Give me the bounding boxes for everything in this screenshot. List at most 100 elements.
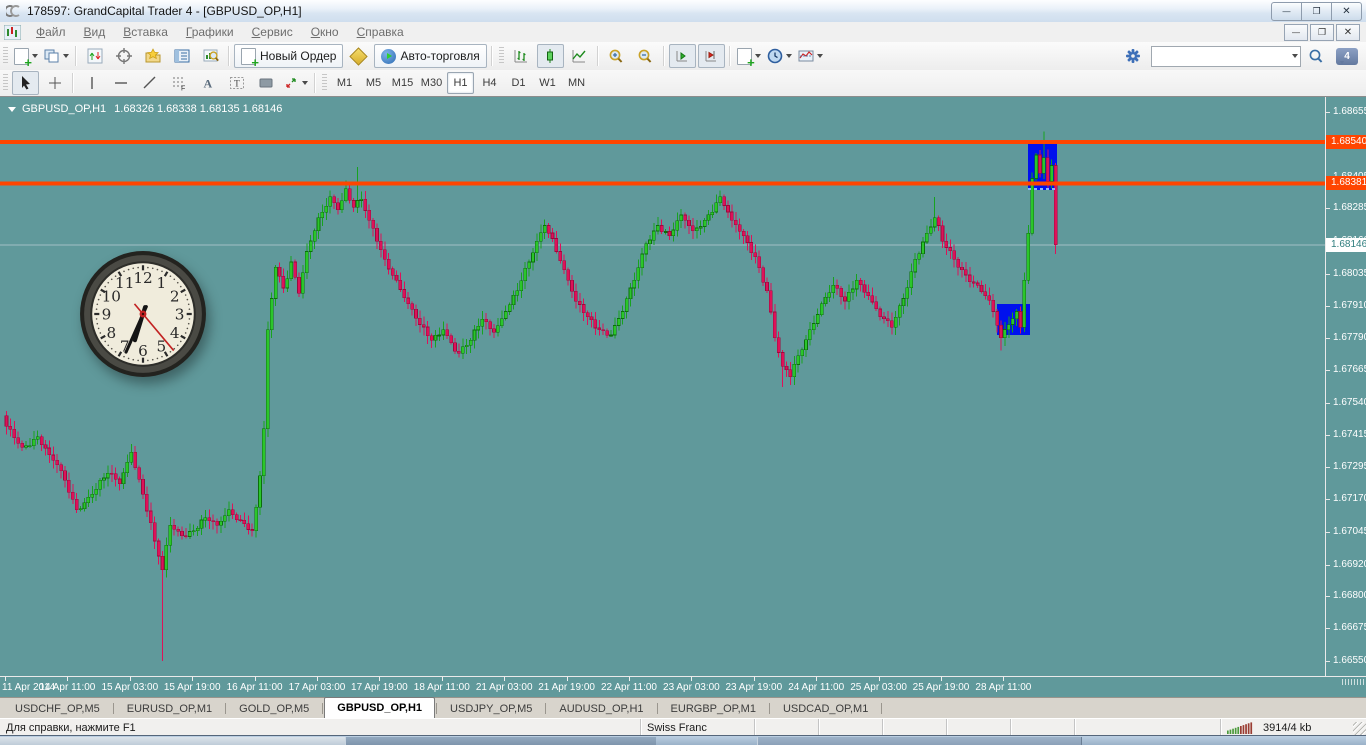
autotrading-button[interactable]: Авто-торговля (374, 44, 487, 68)
chart-shift-button[interactable] (697, 44, 725, 68)
candlestick-chart-button[interactable] (536, 44, 564, 68)
horizontal-line-button[interactable] (107, 71, 134, 95)
fibonacci-button[interactable]: F (165, 71, 192, 95)
text-label-button[interactable]: T (223, 71, 250, 95)
menu-Вставка[interactable]: Вставка (114, 23, 177, 41)
rectangle-shape-icon (258, 75, 274, 91)
chart-restore-button[interactable] (1310, 24, 1334, 41)
zoom-in-icon (608, 48, 624, 64)
periods-button[interactable] (765, 44, 794, 68)
time-tick (1003, 677, 1005, 681)
window-close-button[interactable] (1331, 2, 1362, 21)
templates-button[interactable] (796, 44, 825, 68)
svg-text:1: 1 (156, 274, 166, 292)
price-tick (1326, 208, 1330, 210)
profiles-button[interactable] (42, 44, 71, 68)
line-chart-button[interactable] (566, 44, 593, 68)
timeframe-M1-button[interactable]: M1 (331, 72, 358, 94)
chart-tab-AUDUSD_OP,H1[interactable]: AUDUSD_OP,H1 (547, 700, 655, 718)
toolbar-grip[interactable] (3, 47, 8, 65)
metaeditor-icon (349, 46, 369, 66)
menu-Файл[interactable]: Файл (27, 23, 75, 41)
zoom-out-button[interactable] (632, 44, 659, 68)
price-tick (1326, 466, 1330, 468)
new-order-button[interactable]: Новый Ордер (234, 44, 344, 69)
arrows-button[interactable] (281, 71, 310, 95)
chart-tab-GOLD_OP,M5[interactable]: GOLD_OP,M5 (227, 700, 321, 718)
vertical-line-button[interactable] (78, 71, 105, 95)
chart-tab-EURGBP_OP,M1[interactable]: EURGBP_OP,M1 (659, 700, 768, 718)
shapes-button[interactable] (252, 71, 279, 95)
timeframe-M30-button[interactable]: M30 (418, 72, 445, 94)
time-tick (192, 677, 194, 681)
price-axis[interactable]: 1.686551.685301.684051.682851.681601.680… (1325, 97, 1366, 677)
status-empty-cell (946, 719, 1010, 736)
text-button[interactable]: A (194, 71, 221, 95)
timeframe-M15-button[interactable]: M15 (389, 72, 416, 94)
chart-tab-EURUSD_OP,M1[interactable]: EURUSD_OP,M1 (115, 700, 224, 718)
text-label-icon: T (229, 75, 245, 91)
price-tick-label: 1.67170 (1333, 493, 1366, 505)
chart-close-button[interactable] (1336, 24, 1360, 41)
market-watch-button[interactable] (81, 44, 108, 68)
navigator-button[interactable] (139, 44, 166, 68)
title-bar[interactable]: 178597: GrandCapital Trader 4 - [GBPUSD_… (0, 0, 1366, 23)
timeframe-M5-button[interactable]: M5 (360, 72, 387, 94)
status-bar: Для справки, нажмите F1 Swiss Franc 3914… (0, 718, 1366, 736)
menu-Окно[interactable]: Окно (302, 23, 348, 41)
menu-Вид[interactable]: Вид (75, 23, 115, 41)
chart-tab-USDCAD_OP,M1[interactable]: USDCAD_OP,M1 (771, 700, 880, 718)
timeframe-MN-button[interactable]: MN (563, 72, 590, 94)
window-minimize-button[interactable] (1271, 2, 1302, 21)
menu-Сервис[interactable]: Сервис (243, 23, 302, 41)
price-tick (1326, 337, 1330, 339)
bar-chart-button[interactable] (508, 44, 535, 68)
indicators-button[interactable] (735, 44, 763, 69)
status-symbol-description: Swiss Franc (640, 719, 754, 736)
strategy-tester-button[interactable] (197, 44, 224, 68)
tab-separator (545, 703, 547, 714)
menu-Графики[interactable]: Графики (177, 23, 243, 41)
time-axis[interactable]: 11 Apr 2014 14 Apr 11:00 15 Apr 03:00 15 Ap… (0, 676, 1366, 698)
timeframe-H1-button[interactable]: H1 (447, 72, 474, 94)
price-chart[interactable]: GBPUSD_OP,H1 1.68326 1.68338 1.68135 1.6… (0, 97, 1325, 677)
auto-scroll-button[interactable] (668, 44, 696, 68)
zoom-in-button[interactable] (603, 44, 630, 68)
chevron-down-icon (1291, 54, 1298, 58)
menu-Справка[interactable]: Справка (348, 23, 413, 41)
resize-grip[interactable] (1353, 722, 1366, 735)
time-tick-label: 28 Apr 11:00 (975, 682, 1032, 693)
chart-tab-USDJPY_OP,M5[interactable]: USDJPY_OP,M5 (438, 700, 544, 718)
notifications-button[interactable]: 4 (1336, 47, 1358, 65)
window-restore-button[interactable] (1301, 2, 1332, 21)
settings-button[interactable] (1119, 44, 1146, 68)
terminal-button[interactable] (168, 44, 195, 68)
data-window-button[interactable] (110, 44, 137, 68)
price-tick-label: 1.67295 (1333, 460, 1366, 472)
search-button[interactable] (1302, 44, 1329, 68)
timeframe-W1-button[interactable]: W1 (534, 72, 561, 94)
hline-price-badge: 1.68540 (1326, 134, 1366, 149)
cursor-button[interactable] (12, 71, 39, 95)
metaeditor-button[interactable] (345, 44, 372, 68)
zoom-out-icon (637, 48, 653, 64)
timeframe-H4-button[interactable]: H4 (476, 72, 503, 94)
toolbar-grip[interactable] (3, 74, 8, 92)
search-input[interactable] (1152, 48, 1286, 64)
time-tick (753, 677, 755, 681)
crosshair-button[interactable] (41, 71, 68, 95)
chevron-down-icon (32, 54, 38, 58)
chart-window-icon[interactable] (3, 24, 22, 40)
notification-count-badge: 4 (1344, 50, 1350, 62)
new-chart-button[interactable] (12, 44, 40, 69)
chart-symbol-label[interactable]: GBPUSD_OP,H1 1.68326 1.68338 1.68135 1.6… (8, 103, 282, 115)
price-tick-label: 1.67540 (1333, 396, 1366, 408)
timeframe-D1-button[interactable]: D1 (505, 72, 532, 94)
status-empty-cell (818, 719, 882, 736)
chart-tab-GBPUSD_OP,H1[interactable]: GBPUSD_OP,H1 (324, 697, 436, 718)
trendline-button[interactable] (136, 71, 163, 95)
chart-minimize-button[interactable] (1284, 24, 1308, 41)
search-dropdown-button[interactable] (1286, 47, 1300, 66)
chart-tab-USDCHF_OP,M5[interactable]: USDCHF_OP,M5 (3, 700, 112, 718)
price-tick-label: 1.68655 (1333, 106, 1366, 117)
